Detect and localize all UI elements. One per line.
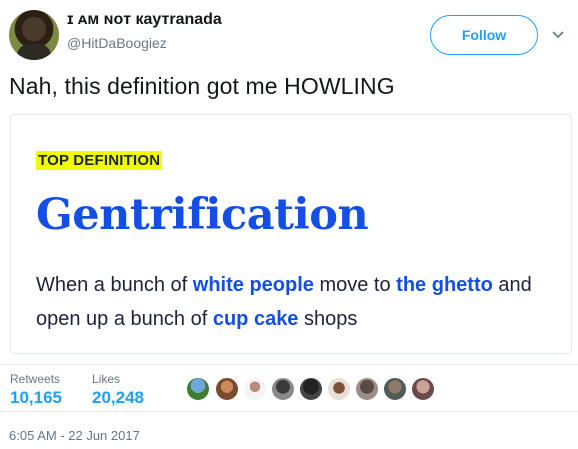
display-name[interactable]: ɪ ᴀм ɴoт кaутranada — [67, 11, 222, 29]
definition-text-part: move to — [313, 274, 397, 296]
definition-card[interactable]: TOP DEFINITION Gentrification When a bun… — [10, 114, 572, 354]
likes-label: Likes — [92, 372, 121, 386]
definition-text: When a bunch of white people move to the… — [36, 268, 561, 336]
liker-avatar[interactable] — [355, 377, 379, 401]
liker-avatar[interactable] — [271, 377, 295, 401]
avatar[interactable] — [9, 10, 59, 60]
liker-avatar[interactable] — [327, 377, 351, 401]
definition-link[interactable]: cup cake — [213, 308, 299, 330]
liker-avatar[interactable] — [411, 377, 435, 401]
definition-word[interactable]: Gentrification — [36, 190, 369, 240]
chevron-down-icon[interactable] — [551, 27, 565, 41]
retweets-stat[interactable]: Retweets 10,165 — [10, 372, 62, 408]
tweet-stats: Retweets 10,165 Likes 20,248 — [0, 364, 578, 412]
liker-avatar[interactable] — [215, 377, 239, 401]
definition-link[interactable]: white people — [193, 274, 314, 296]
definition-link[interactable]: the ghetto — [396, 274, 493, 296]
top-definition-badge: TOP DEFINITION — [36, 151, 163, 170]
definition-text-part: shops — [298, 308, 358, 330]
tweet-header: ɪ ᴀм ɴoт кaутranada @HitDaBoogiez Follow — [9, 9, 569, 61]
follow-button[interactable]: Follow — [430, 15, 538, 55]
definition-text-part: When a bunch of — [36, 274, 193, 296]
liker-avatar[interactable] — [383, 377, 407, 401]
liker-avatar[interactable] — [186, 377, 210, 401]
liker-avatar[interactable] — [299, 377, 323, 401]
likes-count[interactable]: 20,248 — [92, 388, 144, 408]
likes-stat[interactable]: Likes 20,248 — [92, 372, 144, 408]
user-handle[interactable]: @HitDaBoogiez — [67, 35, 167, 51]
liker-avatar[interactable] — [243, 377, 267, 401]
tweet-timestamp[interactable]: 6:05 AM - 22 Jun 2017 — [9, 428, 140, 443]
avatar-shirt — [17, 44, 51, 60]
retweets-count[interactable]: 10,165 — [10, 388, 62, 408]
tweet-text: Nah, this definition got me HOWLING — [9, 73, 395, 99]
retweets-label: Retweets — [10, 372, 61, 386]
